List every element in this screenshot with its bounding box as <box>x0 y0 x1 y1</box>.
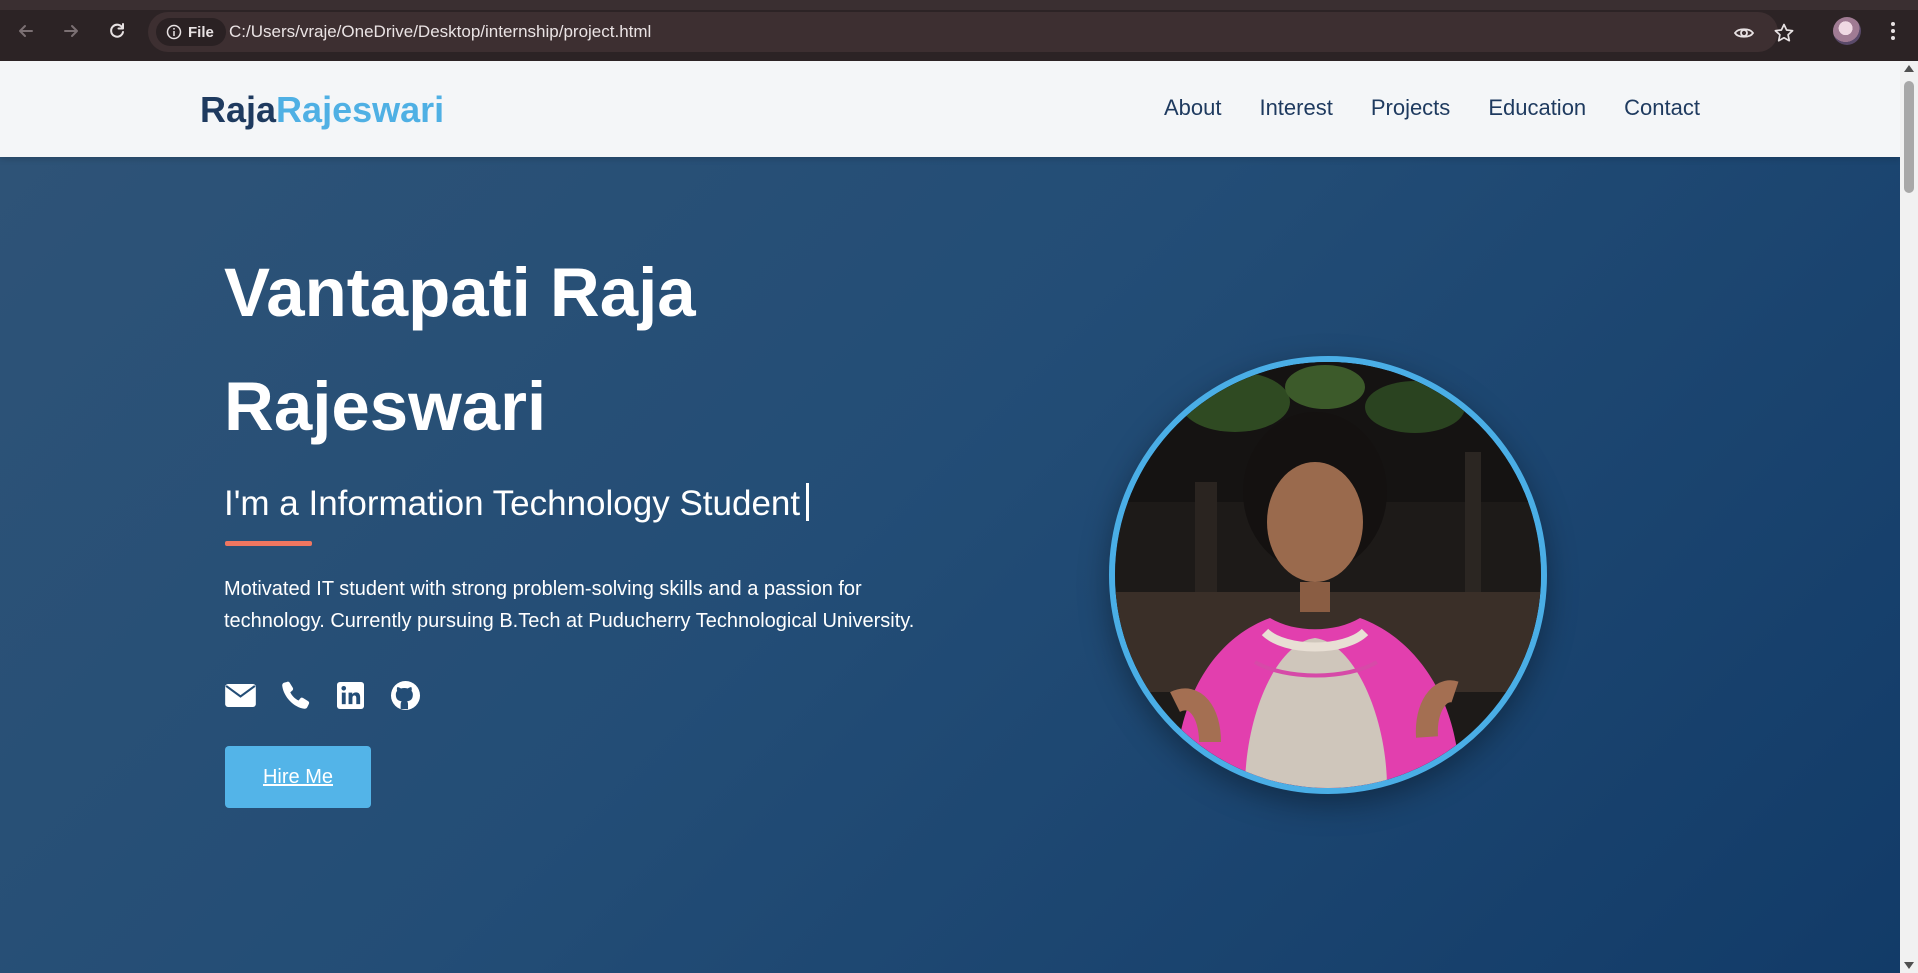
email-link[interactable] <box>224 679 256 711</box>
scheme-label: File <box>188 23 214 41</box>
scroll-down-arrow[interactable] <box>1904 962 1914 969</box>
portrait-illustration <box>1115 362 1541 788</box>
phone-icon <box>281 681 309 709</box>
linkedin-link[interactable] <box>334 679 366 711</box>
hero-section: Vantapati Raja Rajeswari I'm a Informati… <box>0 157 1900 973</box>
scroll-thumb[interactable] <box>1904 81 1914 193</box>
back-arrow-icon <box>19 25 33 37</box>
profile-avatar[interactable] <box>1833 17 1861 45</box>
info-icon <box>166 24 182 40</box>
eye-icon[interactable] <box>1733 22 1755 44</box>
address-bar[interactable]: File C:/Users/vraje/OneDrive/Desktop/int… <box>148 12 1794 52</box>
url-text[interactable]: C:/Users/vraje/OneDrive/Desktop/internsh… <box>229 22 651 42</box>
back-button[interactable] <box>12 17 40 45</box>
nav-contact[interactable]: Contact <box>1624 95 1700 121</box>
site-header: RajaRajeswari About Interest Projects Ed… <box>0 61 1900 157</box>
page-viewport: RajaRajeswari About Interest Projects Ed… <box>0 61 1900 973</box>
reload-button[interactable] <box>103 17 131 45</box>
forward-arrow-icon <box>64 25 78 37</box>
page-scrollbar[interactable] <box>1900 61 1918 973</box>
logo-second-part: Rajeswari <box>276 89 445 130</box>
bookmark-star-icon[interactable] <box>1773 22 1795 44</box>
logo-first-part: Raja <box>200 89 277 130</box>
phone-link[interactable] <box>279 679 311 711</box>
site-info-chip[interactable]: File <box>156 18 226 46</box>
github-link[interactable] <box>389 679 421 711</box>
hero-description: Motivated IT student with strong problem… <box>224 578 915 632</box>
typing-cursor <box>806 483 810 521</box>
forward-button[interactable] <box>57 17 85 45</box>
scroll-up-arrow[interactable] <box>1904 65 1914 72</box>
nav-interest[interactable]: Interest <box>1259 95 1332 121</box>
reload-icon <box>110 23 124 38</box>
github-icon <box>390 680 420 710</box>
profile-photo <box>1109 356 1547 794</box>
accent-divider <box>225 541 312 546</box>
nav-projects[interactable]: Projects <box>1371 95 1450 121</box>
linkedin-icon <box>336 681 364 709</box>
site-logo[interactable]: RajaRajeswari <box>200 89 444 131</box>
hero-tagline: I'm a Information Technology Student <box>224 483 810 524</box>
browser-toolbar: File C:/Users/vraje/OneDrive/Desktop/int… <box>0 0 1918 61</box>
nav-education[interactable]: Education <box>1488 95 1586 121</box>
tagline-text: I'm a Information Technology Student <box>224 484 801 523</box>
social-links <box>224 679 421 711</box>
nav-about[interactable]: About <box>1164 95 1222 121</box>
tab-strip <box>0 0 1918 10</box>
main-nav: About Interest Projects Education Contac… <box>1164 95 1700 121</box>
hero-name-line1: Vantapati Raja <box>224 254 696 331</box>
hire-me-button[interactable]: Hire Me <box>225 746 371 808</box>
hero-name: Vantapati Raja Rajeswari <box>224 236 844 464</box>
hero-name-line2: Rajeswari <box>224 368 547 445</box>
envelope-icon <box>224 683 256 707</box>
more-menu-icon[interactable] <box>1878 16 1908 46</box>
